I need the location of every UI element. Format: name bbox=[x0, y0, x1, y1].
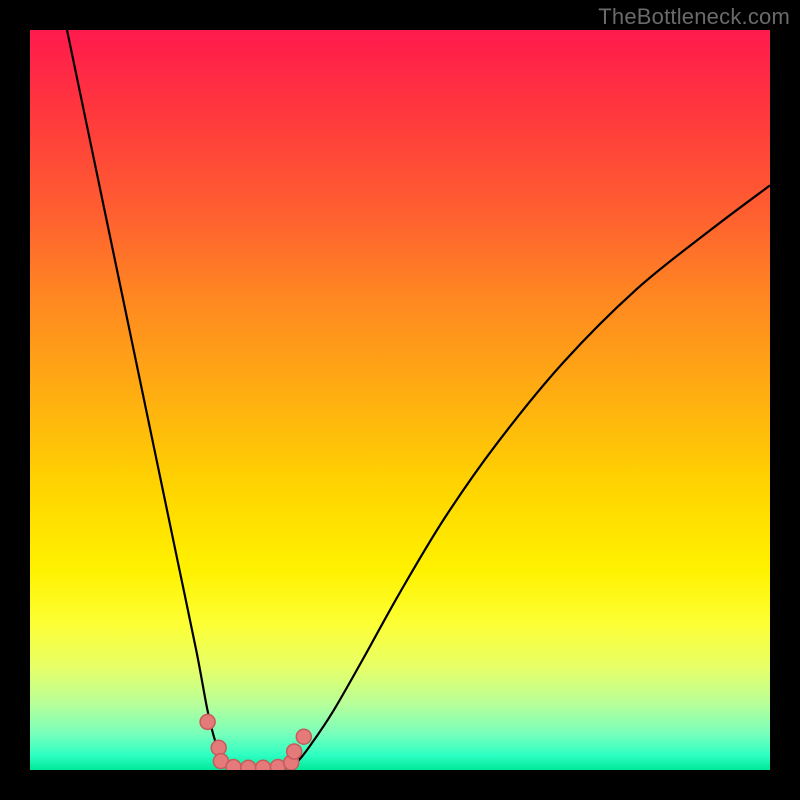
data-point bbox=[296, 729, 311, 744]
data-point bbox=[241, 760, 256, 770]
data-point bbox=[256, 760, 271, 770]
curves-svg bbox=[30, 30, 770, 770]
chart-frame: TheBottleneck.com bbox=[0, 0, 800, 800]
data-point bbox=[226, 760, 241, 770]
left-curve bbox=[67, 30, 237, 770]
data-point bbox=[287, 744, 302, 759]
scatter-points bbox=[200, 714, 311, 770]
plot-area bbox=[30, 30, 770, 770]
data-point bbox=[211, 740, 226, 755]
right-curve bbox=[282, 185, 770, 770]
watermark-text: TheBottleneck.com bbox=[598, 4, 790, 30]
data-point bbox=[200, 714, 215, 729]
